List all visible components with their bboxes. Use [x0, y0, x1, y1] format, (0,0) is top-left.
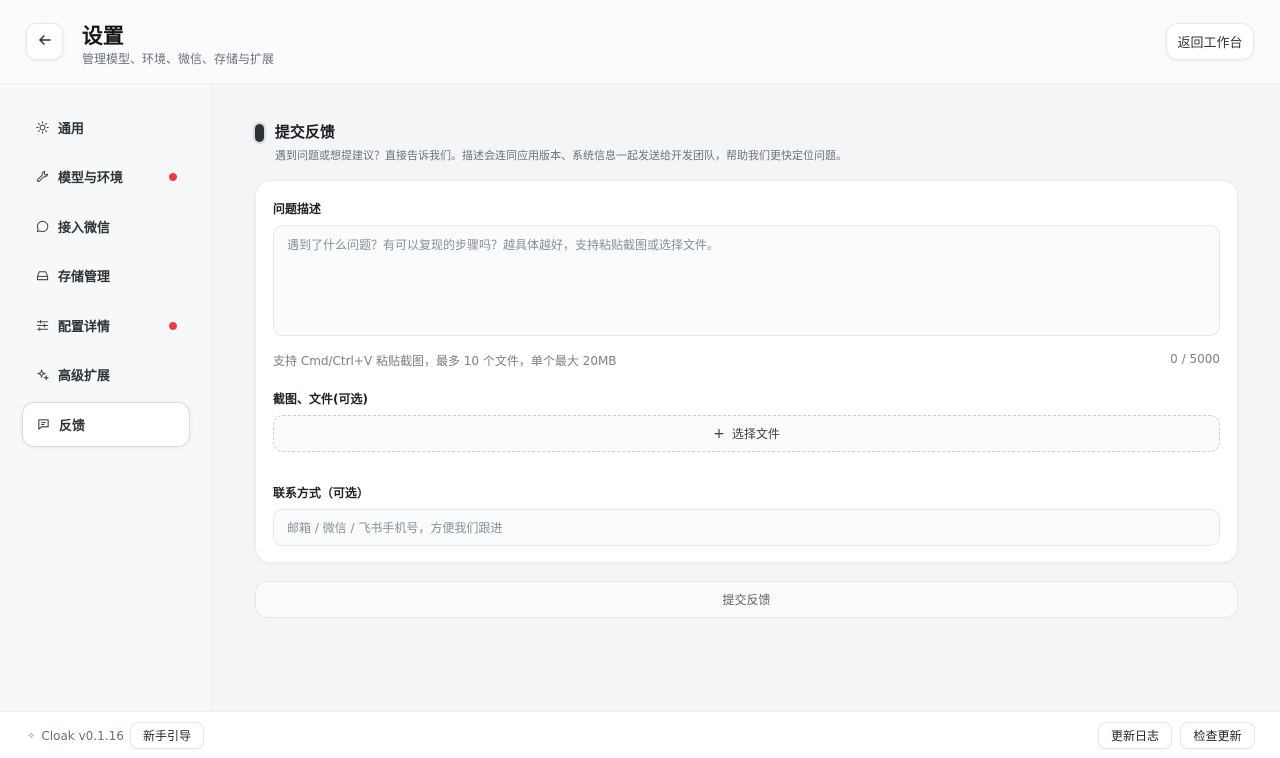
notification-dot	[169, 322, 177, 330]
sidebar-item-storage[interactable]: 存储管理	[22, 253, 190, 298]
arrow-left-icon	[38, 32, 52, 51]
sidebar-item-models[interactable]: 模型与环境	[22, 154, 190, 199]
sidebar-item-label: 存储管理	[58, 270, 111, 285]
return-to-workbench-button[interactable]: 返回工作台	[1166, 23, 1254, 60]
check-update-button[interactable]: 检查更新	[1180, 722, 1255, 749]
section-marker	[255, 124, 264, 142]
paste-hint: 支持 Cmd/Ctrl+V 粘贴截图，最多 10 个文件，单个最大 20MB	[273, 354, 617, 368]
sidebar-item-config[interactable]: 配置详情	[22, 303, 190, 348]
sidebar-item-general[interactable]: 通用	[22, 105, 190, 150]
page-title: 设置	[82, 24, 124, 48]
problem-description-label: 问题描述	[273, 202, 322, 216]
page-subtitle: 管理模型、环境、微信、存储与扩展	[82, 52, 275, 66]
changelog-button[interactable]: 更新日志	[1098, 722, 1172, 749]
notification-dot	[169, 173, 177, 181]
contact-input[interactable]: 邮箱 / 微信 / 飞书手机号，方便我们跟进	[273, 509, 1220, 546]
attachments-label: 截图、文件(可选)	[273, 392, 368, 406]
sidebar-item-label: 配置详情	[58, 320, 111, 335]
sidebar-item-extensions[interactable]: 高级扩展	[22, 352, 190, 397]
choose-file-button[interactable]: + 选择文件	[273, 415, 1220, 452]
sidebar-item-label: 高级扩展	[58, 369, 111, 384]
version-info: ✧ Cloak v0.1.16	[27, 729, 124, 743]
sparkles-icon	[35, 368, 49, 382]
section-title: 提交反馈	[275, 123, 336, 141]
back-button[interactable]	[26, 23, 63, 60]
submit-feedback-button[interactable]: 提交反馈	[255, 581, 1238, 618]
character-counter: 0 / 5000	[1170, 352, 1220, 366]
feedback-form-card: 问题描述 遇到了什么问题？有可以复现的步骤吗？越具体越好，支持粘贴截图或选择文件…	[255, 180, 1238, 563]
sidebar-item-label: 模型与环境	[58, 171, 124, 186]
main-content: 提交反馈 遇到问题或想提建议？直接告诉我们。描述会连同应用版本、系统信息一起发送…	[213, 84, 1280, 711]
problem-description-textarea[interactable]: 遇到了什么问题？有可以复现的步骤吗？越具体越好，支持粘贴截图或选择文件。	[273, 225, 1220, 336]
sidebar-item-feedback[interactable]: 反馈	[22, 402, 190, 447]
sun-icon	[35, 121, 49, 135]
header: 设置 管理模型、环境、微信、存储与扩展 返回工作台	[0, 0, 1280, 84]
chat-bubble-icon	[35, 220, 49, 234]
wrench-icon	[35, 170, 49, 184]
sidebar-item-label: 接入微信	[58, 221, 111, 236]
sidebar-item-label: 通用	[58, 122, 85, 137]
sidebar: 通用 模型与环境 接入微信 存储管理 配置详情 高级扩展 反馈	[0, 84, 212, 711]
choose-file-label: 选择文件	[731, 427, 780, 441]
sidebar-item-label: 反馈	[59, 419, 86, 434]
sliders-icon	[35, 319, 49, 333]
message-square-icon	[36, 418, 50, 432]
plus-icon: +	[713, 425, 725, 442]
sparkle-icon: ✧	[27, 730, 36, 742]
version-label: Cloak v0.1.16	[41, 729, 124, 743]
onboarding-guide-button[interactable]: 新手引导	[130, 722, 204, 749]
footer: ✧ Cloak v0.1.16 新手引导 更新日志 检查更新	[0, 711, 1280, 758]
drive-icon	[35, 269, 49, 283]
contact-label: 联系方式（可选）	[273, 486, 370, 500]
section-description: 遇到问题或想提建议？直接告诉我们。描述会连同应用版本、系统信息一起发送给开发团队…	[275, 149, 847, 162]
sidebar-item-wechat[interactable]: 接入微信	[22, 204, 190, 249]
